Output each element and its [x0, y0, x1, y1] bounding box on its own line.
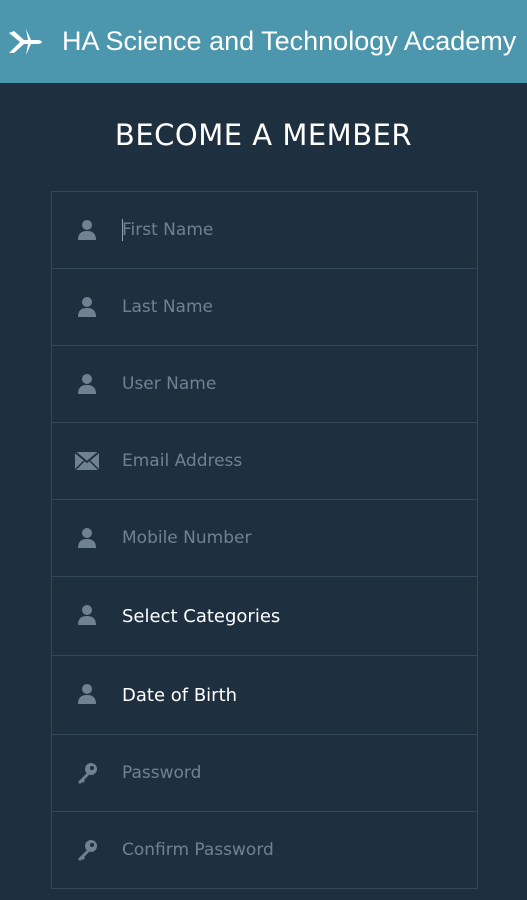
key-icon — [74, 761, 100, 785]
envelope-icon — [74, 449, 100, 473]
password-input[interactable] — [122, 735, 462, 811]
text-cursor — [122, 219, 123, 241]
user-name-input[interactable] — [122, 346, 462, 422]
first-name-field[interactable] — [52, 192, 477, 269]
registration-form: Select Categories Date of Birth — [51, 191, 478, 889]
app-bar: HA Science and Technology Academy — [0, 0, 527, 83]
last-name-field[interactable] — [52, 269, 477, 346]
person-icon — [74, 603, 100, 627]
person-icon — [74, 372, 100, 396]
person-icon — [74, 295, 100, 319]
confirm-password-field[interactable] — [52, 812, 477, 889]
mobile-number-input[interactable] — [122, 500, 462, 576]
key-icon — [74, 838, 100, 862]
password-field[interactable] — [52, 735, 477, 812]
email-field[interactable] — [52, 423, 477, 500]
email-input[interactable] — [122, 423, 462, 499]
plane-logo-icon — [9, 29, 42, 55]
form-title: BECOME A MEMBER — [114, 118, 413, 152]
select-categories-label[interactable]: Select Categories — [122, 577, 280, 655]
user-name-field[interactable] — [52, 346, 477, 423]
select-categories-field[interactable]: Select Categories — [52, 577, 477, 656]
person-icon — [74, 218, 100, 242]
person-icon — [74, 526, 100, 550]
date-of-birth-field[interactable]: Date of Birth — [52, 656, 477, 735]
person-icon — [74, 682, 100, 706]
first-name-input[interactable] — [122, 192, 462, 268]
confirm-password-input[interactable] — [122, 812, 462, 888]
date-of-birth-label[interactable]: Date of Birth — [122, 656, 237, 734]
last-name-input[interactable] — [122, 269, 462, 345]
mobile-number-field[interactable] — [52, 500, 477, 577]
app-title: HA Science and Technology Academy — [62, 26, 517, 56]
